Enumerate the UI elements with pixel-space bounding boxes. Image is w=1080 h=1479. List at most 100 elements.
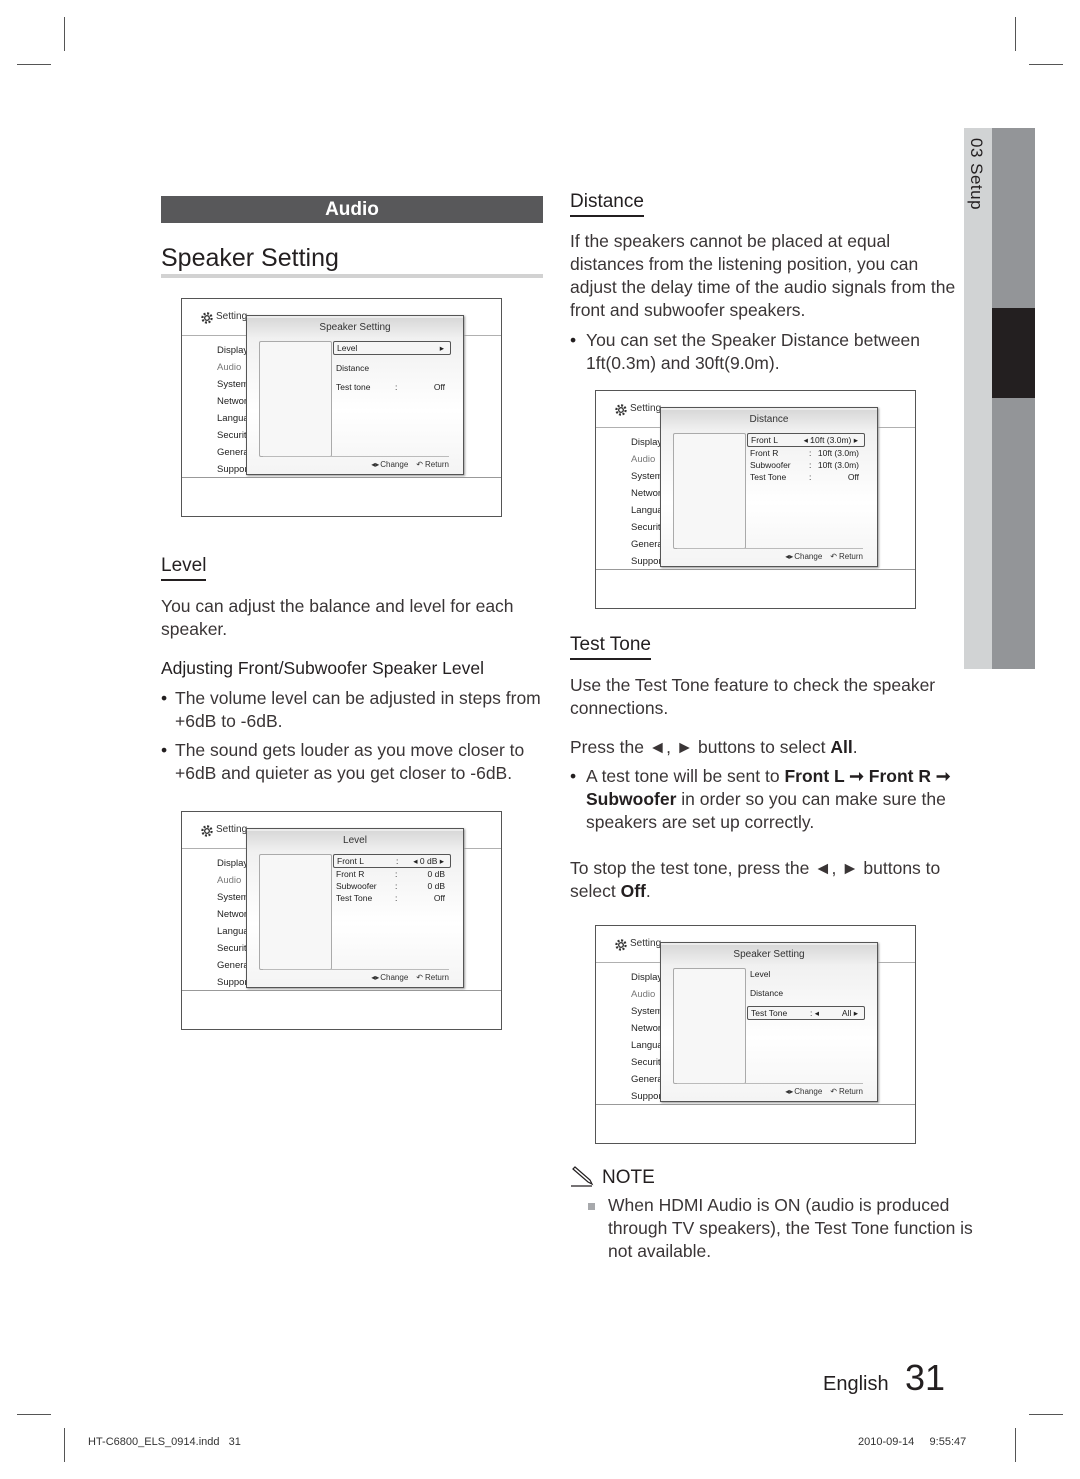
test-tone-bullet: A test tone will be sent to Front L ➞ Fr… <box>570 765 956 834</box>
menu-item[interactable]: Securit <box>217 940 249 957</box>
menu-item[interactable]: Audio <box>217 872 249 889</box>
page-title: Speaker Setting <box>161 244 339 272</box>
level-heading: Level <box>161 555 207 581</box>
option-row[interactable]: Test Tone: ◂ All ▸ <box>747 1006 865 1020</box>
crop-mark <box>1029 64 1063 65</box>
menu-item[interactable]: Display <box>631 434 663 451</box>
settings-label: Setting <box>630 938 662 949</box>
menu-item[interactable]: Genera <box>217 444 249 461</box>
menu-item[interactable]: System <box>631 468 663 485</box>
left-right-arrows-icon: ◂▸ <box>371 973 380 982</box>
test-tone-intro: Use the Test Tone feature to check the s… <box>570 675 936 718</box>
screen-footer-rule <box>596 569 915 570</box>
popup-title: Level <box>247 831 463 851</box>
menu-item[interactable]: Networ <box>631 1020 663 1037</box>
return-hint: Return <box>424 460 449 469</box>
screen-footer-rule <box>182 477 501 478</box>
menu-item[interactable]: Networ <box>631 485 663 502</box>
option-label: Front R <box>336 869 365 879</box>
option-value: Off <box>433 893 445 903</box>
option-row[interactable]: Test Tone: Off <box>747 471 865 483</box>
option-value: ◂ 10ft (3.0m) ▸ <box>803 435 858 445</box>
option-row[interactable]: Test Tone: Off <box>333 892 451 904</box>
option-colon: : <box>809 472 812 482</box>
change-hint: Change <box>380 973 409 982</box>
gear-icon <box>614 403 628 417</box>
crop-mark <box>17 1414 51 1415</box>
note-heading: NOTE <box>602 1167 655 1188</box>
menu-item[interactable]: Securit <box>217 427 249 444</box>
gear-icon <box>200 824 214 838</box>
option-row[interactable]: Subwoofer: 0 dB <box>333 880 451 892</box>
popup-dialog: Level Front L: ◂ 0 dB ▸ Front R:0 dB Subwoof… <box>246 828 464 988</box>
option-row[interactable]: Front L: ◂ 0 dB ▸ <box>333 854 451 868</box>
option-row[interactable]: Distance <box>333 362 451 374</box>
popup-options: Level Distance Test Tone: ◂ All ▸ <box>747 968 865 1027</box>
option-row[interactable]: Subwoofer:10ft (3.0m) <box>747 459 865 471</box>
option-value: All ▸ <box>841 1008 858 1018</box>
option-row[interactable]: Level ▸ <box>333 341 451 355</box>
option-row[interactable]: Front R: 0 dB <box>333 868 451 880</box>
menu-item[interactable]: Display <box>631 969 663 986</box>
menu-item[interactable]: Audio <box>631 986 663 1003</box>
popup-pane <box>673 433 746 549</box>
popup-dialog: Speaker Setting Level Distance Test Tone: ◂… <box>660 942 878 1102</box>
option-row[interactable]: Distance <box>747 987 865 999</box>
menu-item[interactable]: System <box>217 376 249 393</box>
option-row[interactable]: Level <box>747 968 865 980</box>
crop-mark <box>1015 1428 1016 1462</box>
menu-item[interactable]: Audio <box>631 451 663 468</box>
return-arrow-icon: ↶ <box>830 1087 837 1096</box>
popup-options: Front L: ◂ 0 dB ▸ Front R: 0 dB Subwoofer: 0 … <box>333 854 451 904</box>
crop-mark <box>64 17 65 51</box>
return-arrow-icon: ↶ <box>416 973 423 982</box>
chapter-tab-strip <box>992 128 1035 669</box>
menu-item[interactable]: Suppor <box>631 553 663 570</box>
menu-item[interactable]: Networ <box>217 393 249 410</box>
screen-speaker-setting: Setting Display Audio System Networ Langua Sec… <box>181 298 502 517</box>
print-date-time: 2010-09-14 9:55:47 <box>858 1436 967 1448</box>
popup-pane <box>259 854 332 970</box>
option-value: ◂ 0 dB ▸ <box>413 856 444 866</box>
menu-item[interactable]: Genera <box>217 957 249 974</box>
menu-item[interactable]: Suppor <box>217 461 249 478</box>
menu-item[interactable]: Genera <box>631 536 663 553</box>
menu-item[interactable]: Langua <box>631 502 663 519</box>
settings-label: Setting <box>216 824 248 835</box>
menu-item[interactable]: Langua <box>631 1037 663 1054</box>
press-bold: All <box>830 737 853 757</box>
menu-item[interactable]: Suppor <box>631 1088 663 1105</box>
menu-item[interactable]: Suppor <box>217 974 249 991</box>
left-right-arrows-icon: ◂▸ <box>785 552 794 561</box>
level-bullet: The sound gets louder as you move closer… <box>161 739 555 785</box>
pencil-note-icon <box>570 1166 596 1188</box>
menu-item[interactable]: Genera <box>631 1071 663 1088</box>
crop-mark <box>1029 1414 1063 1415</box>
menu-item[interactable]: Securit <box>631 519 663 536</box>
menu-item[interactable]: Networ <box>217 906 249 923</box>
option-label: Test tone <box>336 382 371 392</box>
option-row[interactable]: Test tone: Off <box>333 381 451 393</box>
menu-item[interactable]: System <box>217 889 249 906</box>
menu-item[interactable]: Audio <box>217 359 249 376</box>
screen-level: Setting Display Audio System Networ Langua Sec… <box>181 811 502 1030</box>
change-hint: Change <box>794 552 823 561</box>
bullet-text: A test tone will be sent to <box>586 766 785 786</box>
option-row[interactable]: Front R:10ft (3.0m) <box>747 447 865 459</box>
menu-item[interactable]: Display <box>217 855 249 872</box>
menu-item[interactable]: Langua <box>217 923 249 940</box>
note-item: When HDMI Audio is ON (audio is produced… <box>588 1194 978 1263</box>
settings-label: Setting <box>630 403 662 414</box>
screen-footer-rule <box>596 1104 915 1105</box>
menu-item[interactable]: System <box>631 1003 663 1020</box>
popup-dialog: Distance Front L: ◂ 10ft (3.0m) ▸ Front R:1… <box>660 407 878 567</box>
test-tone-stop: To stop the test tone, press the ◄, ► bu… <box>570 857 955 903</box>
option-value: 10ft (3.0m) <box>817 460 859 470</box>
option-colon: : ◂ <box>810 1008 819 1018</box>
menu-item[interactable]: Display <box>217 342 249 359</box>
option-row[interactable]: Front L: ◂ 10ft (3.0m) ▸ <box>747 433 865 447</box>
popup-pane <box>673 968 746 1084</box>
menu-item[interactable]: Securit <box>631 1054 663 1071</box>
popup-footer: ◂▸Change ↶ Return <box>263 456 449 469</box>
menu-item[interactable]: Langua <box>217 410 249 427</box>
